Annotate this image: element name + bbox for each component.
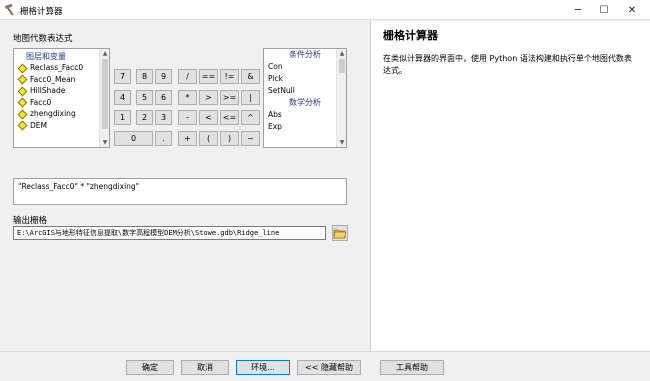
key-4-button[interactable]: 4 bbox=[114, 90, 131, 105]
scroll-down-arrow-icon[interactable]: ▼ bbox=[100, 138, 110, 147]
key-and-button[interactable]: & bbox=[241, 69, 260, 84]
hide-help-button[interactable]: << 隐藏帮助 bbox=[297, 360, 361, 375]
functions-list[interactable]: 条件分析 Con Pick SetNull 数学分析 Abs Exp ▲ ▼ bbox=[263, 48, 347, 148]
key-greater-equal-button[interactable]: >= bbox=[220, 90, 239, 105]
key-multiply-button[interactable]: * bbox=[178, 90, 197, 105]
key-close-paren-button[interactable]: ) bbox=[220, 131, 239, 146]
maximize-button[interactable]: ☐ bbox=[590, 0, 618, 20]
output-raster-label: 输出栅格 bbox=[13, 216, 48, 226]
key-equal-button[interactable]: == bbox=[199, 69, 218, 84]
layer-item[interactable]: Facc0_Mean bbox=[14, 74, 109, 86]
help-description: 在类似计算器的界面中，使用 Python 语法构建和执行单个地图代数表达式。 bbox=[383, 54, 632, 75]
key-divide-button[interactable]: / bbox=[178, 69, 197, 84]
function-item-pick[interactable]: Pick bbox=[264, 73, 346, 85]
environments-button[interactable]: 环境... bbox=[236, 360, 290, 375]
raster-layer-icon bbox=[17, 109, 28, 119]
layer-item[interactable]: HillShade bbox=[14, 85, 109, 97]
hammer-icon bbox=[4, 3, 18, 17]
math-functions-header: 数学分析 bbox=[289, 98, 321, 107]
folder-icon bbox=[333, 229, 347, 242]
help-title: 栅格计算器 bbox=[383, 29, 438, 42]
function-item-abs[interactable]: Abs bbox=[264, 109, 346, 121]
key-decimal-button[interactable]: . bbox=[155, 131, 172, 146]
key-0-button[interactable]: 0 bbox=[114, 131, 153, 146]
conditional-functions-header: 条件分析 bbox=[289, 50, 321, 59]
raster-layer-icon bbox=[17, 74, 28, 85]
key-2-button[interactable]: 2 bbox=[136, 110, 153, 125]
key-less-button[interactable]: < bbox=[199, 110, 218, 125]
key-minus-button[interactable]: - bbox=[178, 110, 197, 125]
layer-item[interactable]: zhengdixing bbox=[14, 108, 109, 120]
function-item-setnull[interactable]: SetNull bbox=[264, 85, 346, 97]
help-panel: 栅格计算器 在类似计算器的界面中，使用 Python 语法构建和执行单个地图代数… bbox=[370, 21, 650, 351]
scroll-thumb[interactable] bbox=[339, 59, 345, 73]
key-not-equal-button[interactable]: != bbox=[220, 69, 239, 84]
expression-textbox[interactable]: "Reclass_Facc0" * "zhengdixing" bbox=[13, 178, 347, 205]
cancel-button[interactable]: 取消 bbox=[181, 360, 229, 375]
key-plus-button[interactable]: + bbox=[178, 131, 197, 146]
key-not-button[interactable]: ~ bbox=[241, 131, 260, 146]
key-8-button[interactable]: 8 bbox=[136, 69, 153, 84]
raster-layer-icon bbox=[17, 120, 28, 131]
function-item-con[interactable]: Con bbox=[264, 61, 346, 73]
layer-item[interactable]: DEM bbox=[14, 120, 109, 132]
scroll-up-arrow-icon[interactable]: ▲ bbox=[337, 49, 347, 58]
minimize-button[interactable]: ─ bbox=[564, 0, 592, 20]
function-item-exp[interactable]: Exp bbox=[264, 121, 346, 133]
functions-scrollbar[interactable]: ▲ ▼ bbox=[336, 49, 346, 147]
tool-help-button[interactable]: 工具帮助 bbox=[380, 360, 444, 375]
scroll-thumb[interactable] bbox=[102, 59, 108, 129]
raster-layer-icon bbox=[17, 86, 28, 96]
browse-folder-button[interactable] bbox=[332, 225, 348, 241]
ok-button[interactable]: 确定 bbox=[126, 360, 174, 375]
close-button[interactable]: ✕ bbox=[618, 0, 646, 20]
key-1-button[interactable]: 1 bbox=[114, 110, 131, 125]
key-open-paren-button[interactable]: ( bbox=[199, 131, 218, 146]
key-9-button[interactable]: 9 bbox=[155, 69, 172, 84]
layers-list[interactable]: 图层和变量 Reclass_Facc0 Facc0_Mean HillShade… bbox=[13, 48, 110, 148]
title-bar: 栅格计算器 ─ ☐ ✕ bbox=[0, 0, 650, 20]
key-6-button[interactable]: 6 bbox=[155, 90, 172, 105]
key-xor-button[interactable]: ^ bbox=[241, 110, 260, 125]
scroll-up-arrow-icon[interactable]: ▲ bbox=[100, 49, 110, 58]
key-5-button[interactable]: 5 bbox=[136, 90, 153, 105]
map-algebra-label: 地图代数表达式 bbox=[13, 34, 73, 44]
layer-item[interactable]: Facc0 bbox=[14, 97, 109, 109]
output-raster-input[interactable]: E:\ArcGIS与地形特征信息提取\数字高程模型DEM分析\Stowe.gdb… bbox=[13, 226, 326, 240]
key-7-button[interactable]: 7 bbox=[114, 69, 131, 84]
layers-list-header: 图层和变量 bbox=[26, 52, 66, 61]
layer-item[interactable]: Reclass_Facc0 bbox=[14, 62, 109, 74]
scroll-down-arrow-icon[interactable]: ▼ bbox=[337, 138, 347, 147]
raster-layer-icon bbox=[17, 63, 28, 73]
key-3-button[interactable]: 3 bbox=[155, 110, 172, 125]
key-less-equal-button[interactable]: <= bbox=[220, 110, 239, 125]
tool-dialog-panel: 地图代数表达式 图层和变量 Reclass_Facc0 Facc0_Mean H… bbox=[0, 21, 368, 351]
window-title: 栅格计算器 bbox=[20, 7, 63, 17]
key-greater-button[interactable]: > bbox=[199, 90, 218, 105]
raster-layer-icon bbox=[17, 97, 28, 108]
dialog-button-bar: 确定 取消 环境... << 隐藏帮助 工具帮助 bbox=[0, 351, 650, 381]
key-or-button[interactable]: | bbox=[241, 90, 260, 105]
layers-scrollbar[interactable]: ▲ ▼ bbox=[99, 49, 109, 147]
